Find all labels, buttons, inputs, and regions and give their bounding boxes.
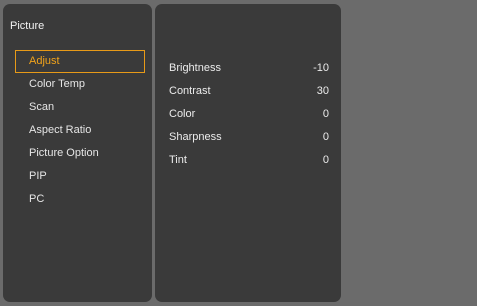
setting-label: Brightness — [169, 61, 221, 74]
menu-item-adjust[interactable]: Adjust — [15, 50, 145, 73]
setting-row-brightness[interactable]: Brightness -10 — [169, 56, 329, 79]
menu-item-pc[interactable]: PC — [15, 188, 145, 211]
setting-label: Sharpness — [169, 130, 222, 143]
setting-value: 0 — [322, 130, 329, 143]
setting-label: Tint — [169, 153, 187, 166]
setting-value: 0 — [322, 107, 329, 120]
setting-label: Color — [169, 107, 196, 120]
picture-menu-panel: Picture Adjust Color Temp Scan Aspect Ra… — [3, 4, 152, 302]
adjust-settings-panel: Brightness -10 Contrast 30 Color 0 Sharp… — [155, 4, 341, 302]
setting-label: Contrast — [169, 84, 211, 97]
menu-item-picture-option[interactable]: Picture Option — [15, 142, 145, 165]
menu-title: Picture — [10, 20, 45, 32]
setting-row-color[interactable]: Color 0 — [169, 102, 329, 125]
setting-value: 0 — [322, 153, 329, 166]
settings-list: Brightness -10 Contrast 30 Color 0 Sharp… — [169, 56, 329, 171]
menu-list: Adjust Color Temp Scan Aspect Ratio Pict… — [15, 50, 145, 211]
menu-item-color-temp[interactable]: Color Temp — [15, 73, 145, 96]
menu-item-scan[interactable]: Scan — [15, 96, 145, 119]
setting-row-sharpness[interactable]: Sharpness 0 — [169, 125, 329, 148]
setting-row-tint[interactable]: Tint 0 — [169, 148, 329, 171]
menu-item-pip[interactable]: PIP — [15, 165, 145, 188]
setting-value: 30 — [316, 84, 329, 97]
osd-screen: Picture Adjust Color Temp Scan Aspect Ra… — [0, 0, 477, 306]
setting-row-contrast[interactable]: Contrast 30 — [169, 79, 329, 102]
menu-item-aspect-ratio[interactable]: Aspect Ratio — [15, 119, 145, 142]
setting-value: -10 — [313, 61, 329, 74]
